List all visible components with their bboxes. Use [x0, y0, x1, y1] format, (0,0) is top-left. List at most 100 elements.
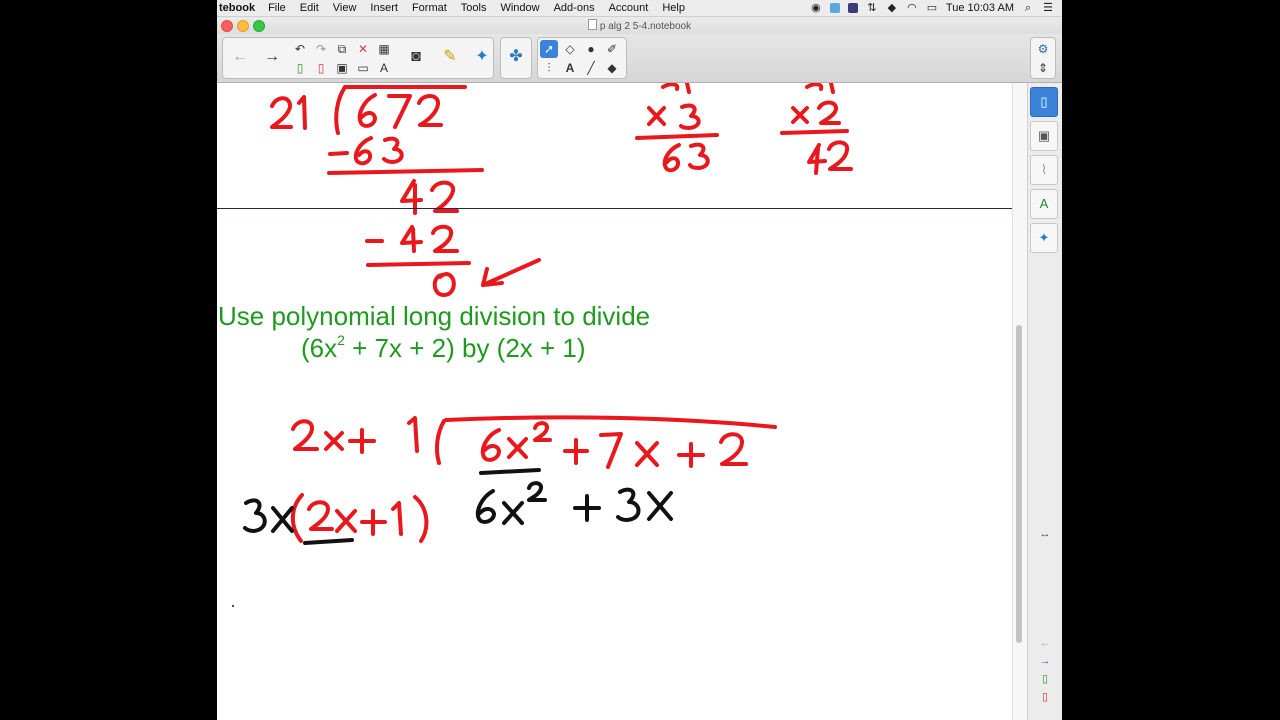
- ink-stroke: [635, 133, 719, 140]
- redo-icon[interactable]: ↷: [312, 40, 330, 58]
- response-icon[interactable]: ✎: [435, 38, 465, 76]
- shape-tool-icon[interactable]: ◇: [561, 40, 579, 58]
- adobe-icon[interactable]: [847, 3, 858, 13]
- side-tab-panel: ▯ ▣ ⌇ A ✦ ↔ ← → ▯ ▯: [1027, 83, 1062, 720]
- attachments-tab-icon[interactable]: ⌇: [1030, 155, 1058, 185]
- malwarebytes-icon[interactable]: ◆: [886, 2, 898, 14]
- expression-part: (6x: [301, 333, 338, 363]
- notebook-canvas[interactable]: Use polynomial long division to divide (…: [217, 83, 1012, 720]
- ink-stroke: [348, 428, 376, 454]
- sync-icon[interactable]: ⇅: [866, 2, 878, 14]
- menu-account[interactable]: Account: [602, 2, 656, 14]
- title-bar: p alg 2 5-4.notebook: [217, 17, 1062, 34]
- ink-stroke: [814, 146, 820, 175]
- ink-stroke: [679, 103, 701, 130]
- ink-stroke: [366, 261, 471, 267]
- display-icon[interactable]: ▭: [354, 59, 372, 77]
- ink-stroke: [780, 129, 849, 135]
- addons-puzzle-icon[interactable]: ✦: [467, 38, 497, 76]
- ink-stroke: [357, 93, 377, 128]
- menu-clock[interactable]: Tue 10:03 AM: [946, 2, 1014, 14]
- spotlight-search-icon[interactable]: ⌕: [1022, 2, 1034, 14]
- ink-stroke: [635, 441, 659, 467]
- menu-format[interactable]: Format: [405, 2, 454, 14]
- menu-addons[interactable]: Add-ons: [547, 2, 602, 14]
- delete-icon[interactable]: ✕: [354, 40, 372, 58]
- page-sorter-tab-icon[interactable]: ▯: [1030, 87, 1058, 117]
- notification-center-icon[interactable]: ☰: [1042, 2, 1054, 14]
- ink-stroke: [827, 140, 853, 171]
- toolbar-tools-group: ➚ ◇ ● ✐ ⫶ A ╱ ◆: [537, 37, 627, 79]
- ink-stroke: [387, 94, 412, 129]
- menu-insert[interactable]: Insert: [363, 2, 405, 14]
- problem-expression[interactable]: (6x2 + 7x + 2) by (2x + 1): [301, 332, 586, 364]
- ink-stroke: [391, 501, 403, 536]
- app-status-icon[interactable]: [829, 3, 840, 13]
- app-menu[interactable]: tebook: [217, 2, 261, 14]
- document-icon: [587, 19, 597, 30]
- ink-stroke: [563, 438, 589, 465]
- scroll-thumb[interactable]: [1016, 325, 1022, 643]
- ink-stroke: [599, 432, 623, 469]
- ink-stroke: [382, 136, 404, 164]
- ink-stroke: [444, 415, 777, 429]
- forward-arrow-icon[interactable]: →: [257, 38, 287, 76]
- ink-stroke: [481, 258, 541, 287]
- properties-tool-icon[interactable]: ⫶: [540, 59, 558, 77]
- menu-view[interactable]: View: [326, 2, 364, 14]
- record-icon[interactable]: ◉: [810, 2, 822, 14]
- ink-stroke: [417, 94, 443, 127]
- settings-gear-icon[interactable]: ⚙: [1034, 40, 1052, 58]
- menu-file[interactable]: File: [261, 2, 293, 14]
- line-tool-icon[interactable]: ╱: [582, 59, 600, 77]
- ink-stroke: [328, 151, 349, 156]
- ink-stroke: [334, 85, 347, 135]
- pen-tool-icon[interactable]: ✐: [603, 40, 621, 58]
- eraser-tool-icon[interactable]: ◆: [603, 59, 621, 77]
- select-tool-icon[interactable]: ➚: [540, 40, 558, 58]
- status-area: ◉ ⇅ ◆ ◠ ▭ Tue 10:03 AM ⌕ ☰: [810, 2, 1062, 14]
- properties-tab-icon[interactable]: A: [1030, 189, 1058, 219]
- side-panel-resize-icon[interactable]: ↔: [1037, 527, 1053, 541]
- text-tool-icon[interactable]: A: [561, 59, 579, 77]
- ink-stroke: [527, 481, 547, 502]
- save-icon[interactable]: ▣: [333, 59, 351, 77]
- airplay-icon[interactable]: ▭: [926, 2, 938, 14]
- fill-tool-icon[interactable]: ●: [582, 40, 600, 58]
- previous-page-icon[interactable]: ←: [1037, 636, 1053, 650]
- undo-icon[interactable]: ↶: [291, 40, 309, 58]
- ink-stroke: [297, 95, 307, 130]
- screen-shade-icon[interactable]: ⧉: [333, 40, 351, 58]
- gallery-tab-icon[interactable]: ▣: [1030, 121, 1058, 151]
- problem-heading[interactable]: Use polynomial long division to divide: [218, 301, 650, 332]
- delete-page-small-icon[interactable]: ▯: [1037, 690, 1053, 704]
- expression-part: + 7x + 2) by (2x + 1): [344, 333, 586, 363]
- wifi-icon[interactable]: ◠: [906, 2, 918, 14]
- menu-window[interactable]: Window: [493, 2, 546, 14]
- lesson-activity-icon[interactable]: ✤: [501, 38, 531, 76]
- ink-stroke: [407, 416, 419, 453]
- menu-tools[interactable]: Tools: [454, 2, 494, 14]
- ink-layer[interactable]: [217, 83, 1012, 720]
- table-icon[interactable]: ▦: [375, 40, 393, 58]
- toolbar-main-group: ← → ↶ ↷ ⧉ ✕ ▦ ▯ ▯ ▣ ▭ A ◙ ✎ ✦: [222, 37, 494, 79]
- ink-stroke: [271, 506, 294, 533]
- ink-stroke: [327, 168, 484, 175]
- addons-tab-icon[interactable]: ✦: [1030, 223, 1058, 253]
- toolbar-move-icon[interactable]: ⇕: [1034, 59, 1052, 77]
- ink-stroke: [243, 498, 267, 533]
- next-page-icon[interactable]: →: [1037, 654, 1053, 668]
- spell-check-icon[interactable]: A: [375, 59, 393, 77]
- add-page-icon[interactable]: ▯: [291, 59, 309, 77]
- ink-stroke: [335, 509, 357, 533]
- smart-notebook-window: tebook File Edit View Insert Format Tool…: [217, 0, 1062, 720]
- add-page-small-icon[interactable]: ▯: [1037, 672, 1053, 686]
- ink-stroke: [475, 489, 496, 524]
- delete-page-icon[interactable]: ▯: [312, 59, 330, 77]
- menu-help[interactable]: Help: [655, 2, 692, 14]
- document-camera-icon[interactable]: ◙: [401, 38, 431, 76]
- menu-edit[interactable]: Edit: [293, 2, 326, 14]
- vertical-scrollbar[interactable]: [1012, 83, 1027, 720]
- back-arrow-icon[interactable]: ←: [225, 38, 255, 76]
- ink-stroke: [685, 83, 691, 94]
